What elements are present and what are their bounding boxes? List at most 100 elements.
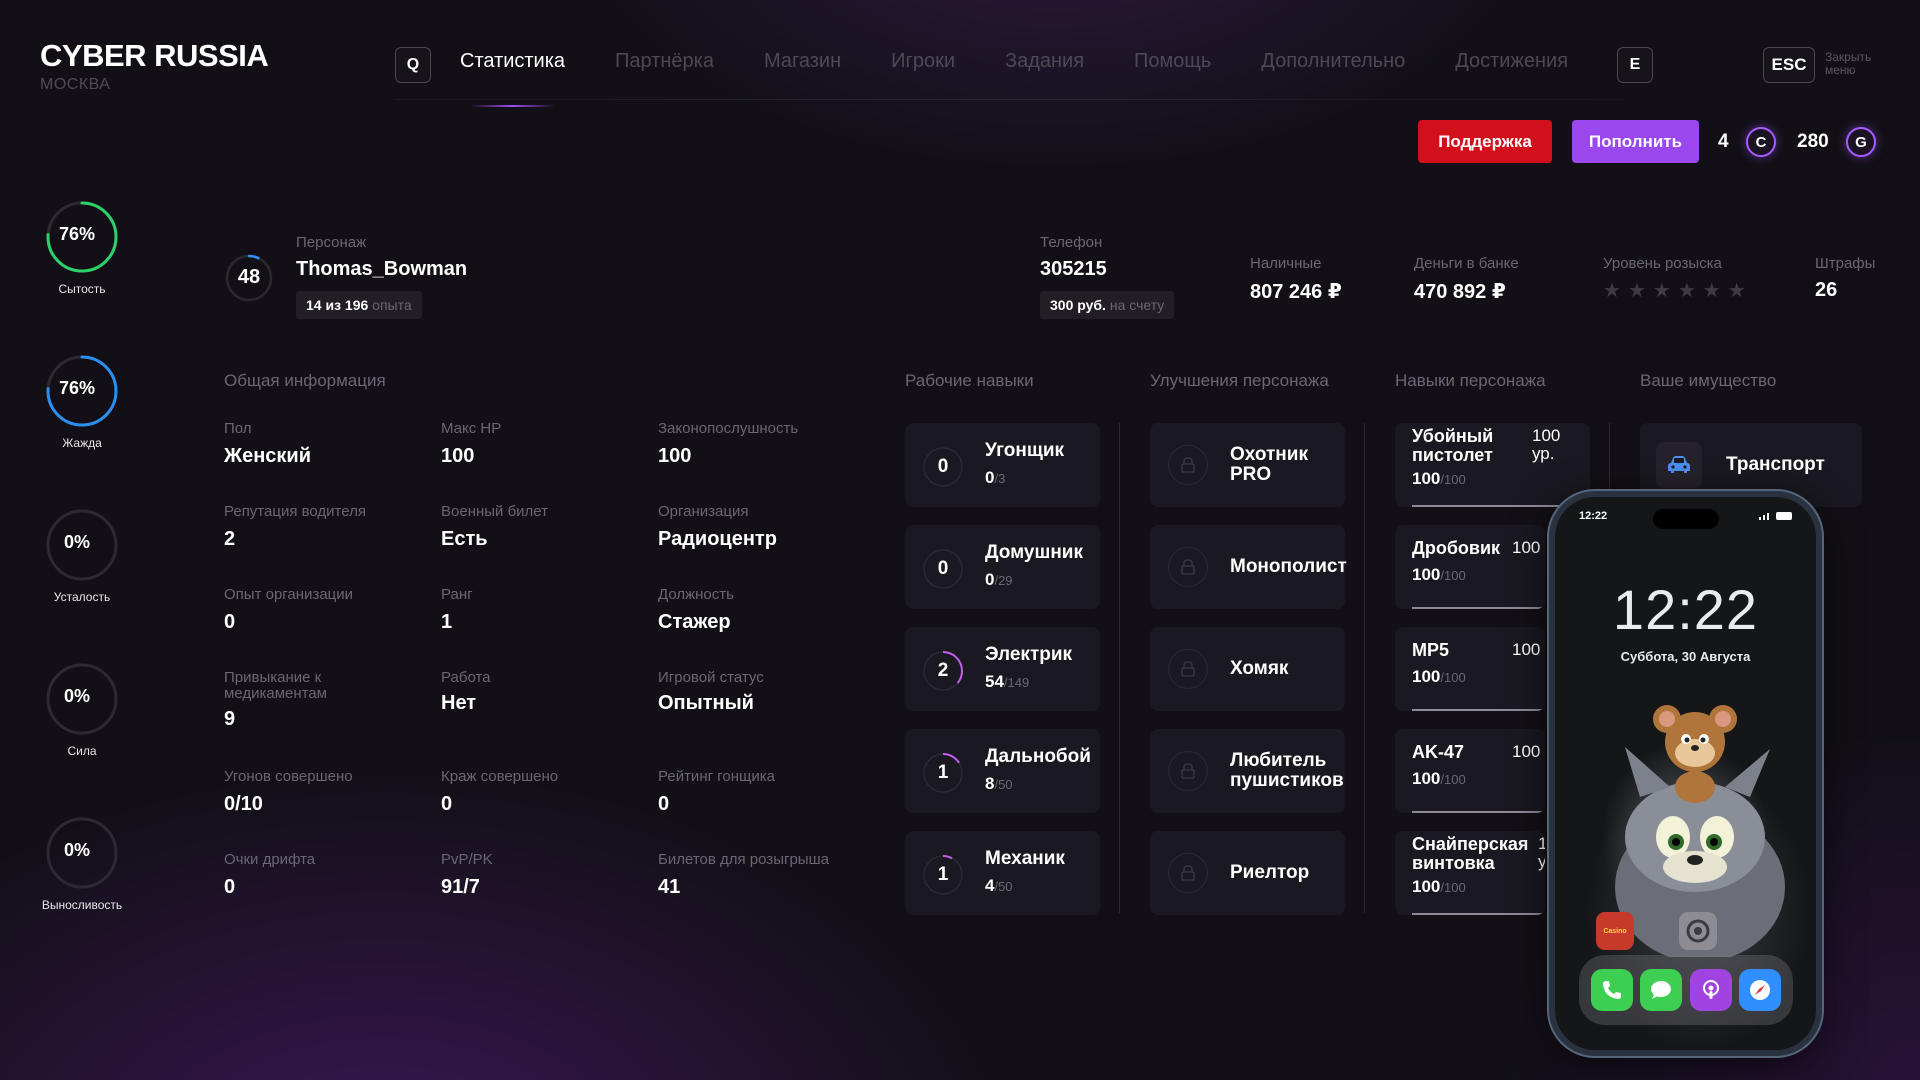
phone-device[interactable]: 12:22 12:22 Суббота, 30 Августа Casino bbox=[1549, 491, 1822, 1056]
column-divider bbox=[1364, 423, 1365, 913]
fines-label: Штрафы bbox=[1815, 255, 1876, 272]
nav-tab-7[interactable]: Достижения bbox=[1455, 50, 1568, 73]
prev-tab-key[interactable]: Q bbox=[395, 47, 431, 83]
skill-level: 1 bbox=[937, 762, 949, 783]
weapon-condition: 100/100 bbox=[1412, 769, 1466, 788]
star-icon: ★ bbox=[1677, 280, 1696, 302]
info-label: Краж совершено bbox=[441, 768, 559, 785]
upgrade-name: Охотник PRO bbox=[1230, 444, 1308, 485]
info-label: Ранг bbox=[441, 586, 473, 603]
column-divider bbox=[1119, 423, 1120, 913]
gauge-label: Сила bbox=[67, 744, 97, 758]
skill-level-ring: 2 bbox=[923, 651, 963, 691]
weapon-skill-card[interactable]: AK-47 100 100/100 bbox=[1395, 729, 1545, 813]
esc-key[interactable]: ESC bbox=[1763, 47, 1815, 83]
upgrade-card[interactable]: Охотник PRO bbox=[1150, 423, 1345, 507]
skill-level: 0 bbox=[937, 456, 949, 477]
phone-date: Суббота, 30 Августа bbox=[1620, 649, 1751, 664]
skill-level: 1 bbox=[937, 864, 949, 885]
settings-app-icon[interactable] bbox=[1679, 912, 1717, 950]
character-skills-title: Навыки персонажа bbox=[1395, 371, 1546, 390]
nav-tab-1[interactable]: Партнёрка bbox=[615, 50, 714, 73]
info-item: Очки дрифта 0 bbox=[224, 852, 424, 899]
info-item: Репутация водителя 2 bbox=[224, 504, 424, 551]
next-tab-key[interactable]: E bbox=[1617, 47, 1653, 83]
skill-level: 0 bbox=[937, 558, 949, 579]
nav-divider bbox=[395, 99, 1625, 100]
upgrade-card[interactable]: Хомяк bbox=[1150, 627, 1345, 711]
wanted-stars: ★ ★ ★ ★ ★ ★ bbox=[1603, 278, 1746, 303]
gauge-value: 76% bbox=[58, 378, 96, 398]
info-label: PvP/PK bbox=[441, 851, 493, 868]
upgrade-name: Любитель пушистиков bbox=[1230, 750, 1344, 791]
casino-app-icon[interactable]: Casino bbox=[1596, 912, 1634, 950]
info-item: Пол Женский bbox=[224, 421, 424, 468]
support-button[interactable]: Поддержка bbox=[1418, 120, 1552, 163]
upgrade-card[interactable]: Монополист bbox=[1150, 525, 1347, 609]
weapon-condition: 100/100 bbox=[1412, 667, 1466, 686]
work-skill-card[interactable]: 2 Электрик 54/149 bbox=[905, 627, 1100, 711]
weapon-level: 100 bbox=[1512, 640, 1541, 659]
info-item: Военный билет Есть bbox=[441, 504, 641, 551]
safari-icon[interactable] bbox=[1739, 969, 1782, 1011]
skill-level-ring: 1 bbox=[923, 855, 963, 895]
skill-name: Механик bbox=[985, 848, 1065, 869]
nav-tab-0[interactable]: Статистика bbox=[460, 50, 565, 107]
lock-icon bbox=[1168, 853, 1208, 893]
gauge-value: 76% bbox=[58, 224, 96, 244]
lock-icon bbox=[1168, 445, 1208, 485]
info-value: 0 bbox=[224, 611, 236, 633]
info-value: Женский bbox=[224, 445, 312, 467]
info-item: Работа Нет bbox=[441, 670, 641, 715]
weapon-skill-card[interactable]: Убойный пистолет 100 ур. 100/100 bbox=[1395, 423, 1590, 507]
gauge-value: 0% bbox=[63, 686, 90, 706]
cash-label: Наличные bbox=[1250, 255, 1322, 272]
info-value: Нет bbox=[441, 692, 477, 714]
info-item: Игровой статус Опытный bbox=[658, 670, 858, 715]
podcasts-icon[interactable] bbox=[1689, 969, 1732, 1011]
nav-tab-2[interactable]: Магазин bbox=[764, 50, 841, 73]
info-item: Рейтинг гонщика 0 bbox=[658, 769, 858, 816]
phone-icon[interactable] bbox=[1590, 969, 1633, 1011]
weapon-progress-bar bbox=[1412, 811, 1545, 813]
messages-icon[interactable] bbox=[1640, 969, 1683, 1011]
skill-progress: 4/50 bbox=[985, 876, 1013, 895]
info-label: Опыт организации bbox=[224, 586, 354, 603]
topup-button[interactable]: Пополнить bbox=[1572, 120, 1699, 163]
nav-tab-6[interactable]: Дополнительно bbox=[1261, 50, 1405, 73]
work-skill-card[interactable]: 1 Механик 4/50 bbox=[905, 831, 1100, 915]
upgrade-card[interactable]: Риелтор bbox=[1150, 831, 1345, 915]
weapon-skill-card[interactable]: Снайперская винтовка 1 у 100/100 bbox=[1395, 831, 1545, 915]
phone-dock bbox=[1579, 955, 1793, 1025]
nav-tab-5[interactable]: Помощь bbox=[1134, 50, 1211, 73]
info-value: 9 bbox=[224, 708, 236, 730]
weapon-name: Убойный пистолет bbox=[1412, 426, 1494, 465]
weapon-name: Снайперская винтовка bbox=[1412, 834, 1529, 873]
info-label: Организация bbox=[658, 503, 749, 520]
weapon-skill-card[interactable]: MP5 100 100/100 bbox=[1395, 627, 1545, 711]
work-skill-card[interactable]: 1 Дальнобой 8/50 bbox=[905, 729, 1100, 813]
work-skill-card[interactable]: 0 Угонщик 0/3 bbox=[905, 423, 1100, 507]
experience-pill: 14 из 196 опыта bbox=[296, 291, 422, 319]
upgrade-card[interactable]: Любитель пушистиков bbox=[1150, 729, 1345, 813]
need-gauge: 76% Сытость bbox=[40, 200, 124, 296]
info-label: Очки дрифта bbox=[224, 851, 316, 868]
info-value: 0/10 bbox=[224, 793, 263, 815]
work-skill-card[interactable]: 0 Домушник 0/29 bbox=[905, 525, 1100, 609]
info-item: Законопослушность 100 bbox=[658, 421, 858, 468]
info-item: Макс HP 100 bbox=[441, 421, 641, 468]
phone-label: Телефон bbox=[1040, 234, 1103, 251]
info-value: 1 bbox=[441, 611, 453, 633]
nav-tab-4[interactable]: Задания bbox=[1005, 50, 1084, 73]
currency-c-icon: C bbox=[1746, 127, 1776, 157]
nav-tab-3[interactable]: Игроки bbox=[891, 50, 955, 73]
dynamic-island bbox=[1653, 509, 1719, 529]
info-label: Законопослушность bbox=[658, 420, 799, 437]
close-menu-label[interactable]: Закрыть меню bbox=[1825, 51, 1895, 77]
skill-name: Домушник bbox=[985, 542, 1083, 563]
info-label: Пол bbox=[224, 420, 252, 437]
gauge-label: Усталость bbox=[53, 590, 111, 604]
phone-lockscreen[interactable]: 12:22 12:22 Суббота, 30 Августа Casino bbox=[1555, 497, 1816, 1050]
need-gauge: 76% Жажда bbox=[40, 354, 124, 450]
weapon-skill-card[interactable]: Дробовик 100 100/100 bbox=[1395, 525, 1545, 609]
